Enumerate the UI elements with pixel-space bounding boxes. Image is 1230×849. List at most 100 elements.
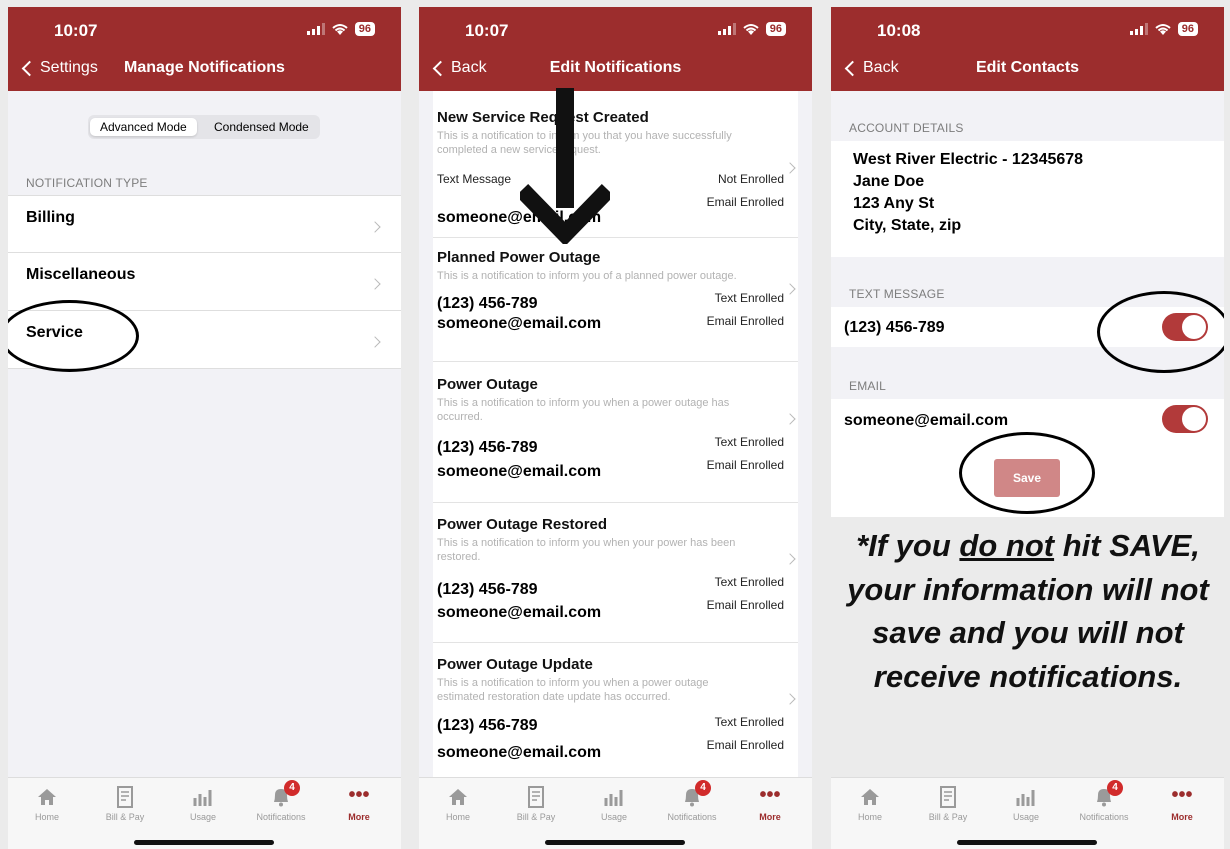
text-status: Text Enrolled: [714, 715, 784, 729]
account-name: West River Electric - 12345678: [853, 151, 1084, 168]
account-holder: Jane Doe: [853, 173, 925, 190]
tab-bill-pay[interactable]: Bill & Pay: [90, 786, 160, 822]
tab-usage[interactable]: Usage: [991, 786, 1061, 822]
scroll-down-arrow-icon: [520, 88, 610, 244]
phone-value: (123) 456-789: [437, 581, 538, 598]
tab-home[interactable]: Home: [423, 786, 493, 822]
usage-icon: [1016, 790, 1035, 806]
screen-edit-contacts: 10:08 96 Back Edit Contacts ACCOUNT DETA…: [831, 7, 1224, 517]
page-title: Edit Notifications: [549, 59, 682, 76]
usage-icon: [604, 790, 623, 806]
tab-bill-pay[interactable]: Bill & Pay: [501, 786, 571, 822]
wifi-icon: [743, 23, 759, 35]
tab-notifications[interactable]: 4 Notifications: [657, 780, 727, 822]
notification-badge: 4: [695, 780, 711, 796]
battery-icon: 96: [354, 22, 375, 36]
status-bar: 10:08 96: [877, 21, 1198, 41]
section-label-email: EMAIL: [849, 379, 887, 393]
text-status: Text Enrolled: [714, 575, 784, 589]
account-details-card: West River Electric - 12345678 Jane Doe …: [831, 141, 1224, 257]
email-value: someone@email.com: [437, 604, 602, 621]
tab-usage[interactable]: Usage: [168, 786, 238, 822]
notification-item[interactable]: Planned Power Outage This is a notificat…: [433, 249, 798, 379]
email-value: someone@email.com: [437, 744, 602, 761]
email-value: someone@email.com: [437, 315, 602, 332]
home-indicator: [545, 840, 685, 845]
status-bar: 10:07 96: [54, 21, 375, 41]
tab-bar: Home Bill & Pay Usage 4 Notifications •••…: [8, 777, 401, 849]
highlight-circle: [1097, 291, 1224, 373]
notification-badge: 4: [284, 780, 300, 796]
page-title: Manage Notifications: [124, 59, 285, 76]
header: 10:07 96 Back Edit Notifications: [419, 7, 812, 91]
chevron-right-icon: [369, 278, 381, 290]
battery-icon: 96: [1177, 22, 1198, 36]
segment-condensed-mode[interactable]: Condensed Mode: [204, 118, 319, 136]
home-icon: [38, 789, 56, 805]
mode-segmented-control: Advanced Mode Condensed Mode: [88, 115, 320, 139]
segment-advanced-mode[interactable]: Advanced Mode: [90, 118, 197, 136]
chevron-right-icon: [784, 283, 796, 295]
status-time: 10:08: [877, 21, 921, 40]
signal-icon: [717, 23, 736, 35]
tab-notifications[interactable]: 4 Notifications: [246, 780, 316, 822]
battery-icon: 96: [765, 22, 786, 36]
home-indicator: [957, 840, 1097, 845]
tab-notifications[interactable]: 4 Notifications: [1069, 780, 1139, 822]
notification-item[interactable]: Power Outage Restored This is a notifica…: [433, 516, 798, 656]
tab-usage[interactable]: Usage: [579, 786, 649, 822]
status-time: 10:07: [465, 21, 509, 40]
phone-value: (123) 456-789: [437, 439, 538, 456]
email-toggle[interactable]: [1162, 405, 1208, 433]
bill-icon: [528, 786, 544, 808]
more-icon: •••: [348, 784, 370, 806]
notification-badge: 4: [1107, 780, 1123, 796]
bill-icon: [117, 786, 133, 808]
header: 10:08 96 Back Edit Contacts: [831, 7, 1224, 91]
wifi-icon: [332, 23, 348, 35]
list-item-billing[interactable]: Billing: [8, 195, 401, 253]
account-city: City, State, zip: [853, 217, 962, 234]
email-value: someone@email.com: [437, 463, 602, 480]
chevron-right-icon: [784, 553, 796, 565]
tab-bar: Home Bill & Pay Usage 4 Notifications •••…: [831, 777, 1224, 849]
email-status: Email Enrolled: [706, 458, 784, 472]
notification-item[interactable]: Power Outage This is a notification to i…: [433, 376, 798, 516]
chevron-right-icon: [784, 413, 796, 425]
text-phone-value: (123) 456-789: [844, 319, 945, 336]
email-status: Email Enrolled: [706, 195, 784, 209]
usage-icon: [193, 790, 212, 806]
tab-more[interactable]: ••• More: [735, 785, 805, 822]
tab-home[interactable]: Home: [12, 786, 82, 822]
chevron-right-icon: [369, 336, 381, 348]
header: 10:07 96 Settings Manage Notifications: [8, 7, 401, 91]
signal-icon: [306, 23, 325, 35]
tab-more[interactable]: ••• More: [324, 784, 394, 822]
account-street: 123 Any St: [853, 195, 935, 212]
email-value: someone@email.com: [844, 412, 1009, 429]
notification-list: New Service Request Created This is a no…: [433, 91, 798, 777]
status-bar: 10:07 96: [465, 21, 786, 41]
tab-bar: Home Bill & Pay Usage 4 Notifications •••…: [419, 777, 812, 849]
notification-item[interactable]: New Service Request Created This is a no…: [433, 109, 798, 239]
status-time: 10:07: [54, 21, 98, 40]
tab-home[interactable]: Home: [835, 786, 905, 822]
email-status: Email Enrolled: [706, 314, 784, 328]
home-icon: [449, 789, 467, 805]
chevron-right-icon: [784, 162, 796, 174]
chevron-right-icon: [369, 221, 381, 233]
home-icon: [861, 789, 879, 805]
screen-edit-notifications: 10:07 96 Back Edit Notifications New Ser…: [419, 7, 812, 849]
section-label: NOTIFICATION TYPE: [26, 176, 148, 190]
email-status: Email Enrolled: [706, 738, 784, 752]
more-icon: •••: [1171, 784, 1193, 806]
tab-more[interactable]: ••• More: [1147, 784, 1217, 822]
tab-bill-pay[interactable]: Bill & Pay: [913, 786, 983, 822]
section-label-account: ACCOUNT DETAILS: [849, 121, 964, 135]
phone-value: (123) 456-789: [437, 295, 538, 312]
notification-item[interactable]: Power Outage Update This is a notificati…: [433, 656, 798, 777]
text-status: Not Enrolled: [717, 172, 784, 186]
text-status: Text Enrolled: [714, 291, 784, 305]
bill-icon: [940, 786, 956, 808]
signal-icon: [1129, 23, 1148, 35]
